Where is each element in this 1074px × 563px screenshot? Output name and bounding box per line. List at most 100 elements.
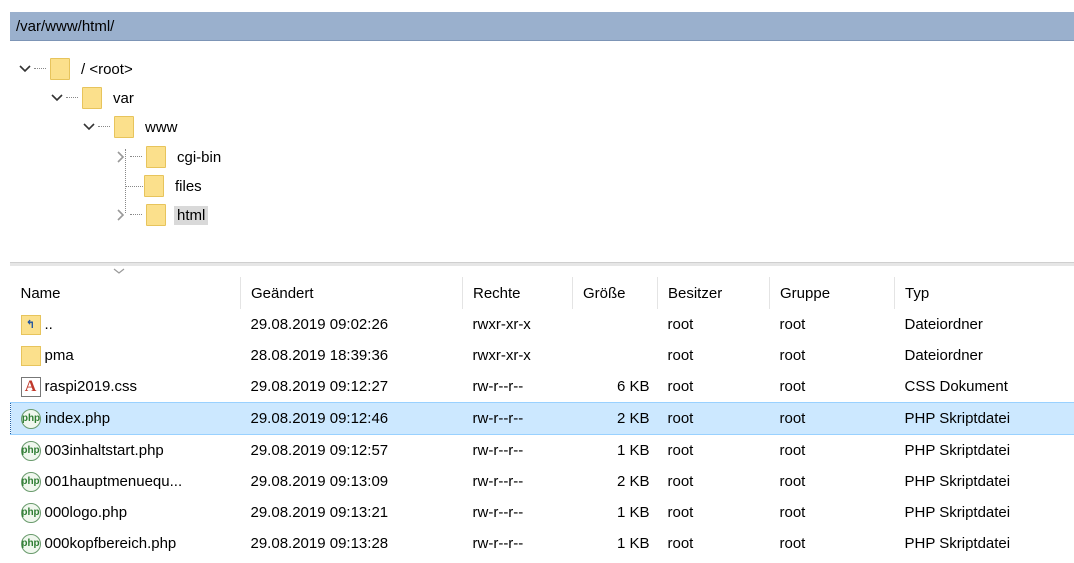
file-permissions: rwxr-xr-x xyxy=(472,347,531,364)
file-group: root xyxy=(779,473,806,490)
column-header-row: Name Geändert Rechte Größe Besitzer Grup… xyxy=(10,277,1074,309)
php-file-icon: php xyxy=(20,533,41,554)
file-size xyxy=(573,340,658,371)
tree-dots xyxy=(130,214,142,216)
css-file-icon: A xyxy=(20,376,41,397)
folder-icon xyxy=(50,58,70,80)
file-size: 1 KB xyxy=(616,504,650,521)
tree-label-cgi-bin: cgi-bin xyxy=(177,148,222,166)
file-row[interactable]: ↰.. 29.08.2019 09:02:26 rwxr-xr-x root r… xyxy=(11,309,1074,340)
file-group: root xyxy=(779,316,806,333)
file-permissions: rw-r--r-- xyxy=(462,402,573,435)
tree-node-files[interactable]: files xyxy=(144,173,205,199)
tree-label-files: files xyxy=(175,177,202,195)
file-owner: root xyxy=(667,347,694,364)
file-modified: 29.08.2019 09:12:27 xyxy=(250,378,389,395)
file-modified: 29.08.2019 09:12:46 xyxy=(240,402,463,435)
file-row[interactable]: Araspi2019.css 29.08.2019 09:12:27 rw-r-… xyxy=(11,371,1074,403)
file-type: PHP Skriptdatei xyxy=(904,442,1011,459)
tree-node-var[interactable]: var xyxy=(46,85,137,111)
file-type: PHP Skriptdatei xyxy=(904,504,1011,521)
tree-node-www[interactable]: www xyxy=(78,114,181,140)
tree-dots xyxy=(98,126,110,128)
file-type: Dateiordner xyxy=(904,316,983,333)
directory-tree: / <root> var www cgi-bin files html xyxy=(10,43,1074,259)
file-group: root xyxy=(779,347,806,364)
file-owner: root xyxy=(657,402,770,435)
file-name: 003inhaltstart.php xyxy=(44,442,164,459)
file-permissions: rw-r--r-- xyxy=(472,473,524,490)
chevron-down-icon[interactable] xyxy=(78,116,100,138)
file-type: PHP Skriptdatei xyxy=(904,473,1011,490)
file-modified: 29.08.2019 09:12:57 xyxy=(250,442,389,459)
file-group: root xyxy=(779,378,806,395)
file-permissions: rw-r--r-- xyxy=(472,535,524,552)
file-size xyxy=(573,309,658,340)
sort-indicator-icon xyxy=(113,268,125,274)
file-row[interactable]: pma 28.08.2019 18:39:36 rwxr-xr-x root r… xyxy=(11,340,1074,371)
file-name: raspi2019.css xyxy=(44,378,138,395)
file-permissions: rw-r--r-- xyxy=(472,504,524,521)
tree-dots xyxy=(66,97,78,99)
file-row[interactable]: php 000logo.php 29.08.2019 09:13:21 rw-r-… xyxy=(11,497,1074,528)
column-header-type[interactable]: Typ xyxy=(894,277,1074,309)
folder-icon xyxy=(114,116,134,138)
folder-icon xyxy=(144,175,164,197)
chevron-down-icon[interactable] xyxy=(46,87,68,109)
column-header-name[interactable]: Name xyxy=(10,277,241,309)
file-permissions: rw-r--r-- xyxy=(472,442,524,459)
file-group: root xyxy=(769,402,895,435)
pane-splitter[interactable] xyxy=(10,262,1074,266)
path-bar: /var/www/html/ xyxy=(10,12,1074,41)
folder-icon xyxy=(20,345,41,366)
parent-folder-icon: ↰ xyxy=(20,314,41,335)
file-list: Name Geändert Rechte Größe Besitzer Grup… xyxy=(10,277,1074,559)
file-type: CSS Dokument xyxy=(904,378,1008,395)
chevron-right-icon[interactable] xyxy=(110,204,132,226)
file-row[interactable]: php 000kopfbereich.php 29.08.2019 09:13:2… xyxy=(11,528,1074,559)
file-permissions: rwxr-xr-x xyxy=(472,316,531,333)
file-owner: root xyxy=(667,535,694,552)
file-permissions: rw-r--r-- xyxy=(472,378,524,395)
file-name: index.php xyxy=(45,410,111,427)
tree-label-html: html xyxy=(174,205,209,225)
tree-node-root[interactable]: / <root> xyxy=(14,56,136,82)
file-name: 000kopfbereich.php xyxy=(44,535,177,552)
file-size: 1 KB xyxy=(616,442,650,459)
php-file-icon: php xyxy=(20,440,41,461)
file-modified: 29.08.2019 09:13:21 xyxy=(250,504,389,521)
tree-label-root: / <root> xyxy=(81,60,133,78)
column-header-owner[interactable]: Besitzer xyxy=(657,277,770,309)
file-size: 1 KB xyxy=(616,535,650,552)
file-name: pma xyxy=(44,347,74,364)
column-header-group[interactable]: Gruppe xyxy=(769,277,895,309)
file-type: PHP Skriptdatei xyxy=(904,535,1011,552)
tree-node-cgi-bin[interactable]: cgi-bin xyxy=(110,144,224,170)
tree-node-html[interactable]: html xyxy=(110,202,209,228)
file-name: .. xyxy=(44,316,53,333)
file-owner: root xyxy=(667,473,694,490)
folder-icon xyxy=(146,146,166,168)
chevron-right-icon[interactable] xyxy=(110,146,132,168)
file-modified: 29.08.2019 09:13:28 xyxy=(250,535,389,552)
file-row-selected[interactable]: php index.php 29.08.2019 09:12:46 rw-r--r… xyxy=(10,402,1074,435)
file-row[interactable]: php 001hauptmenuequ... 29.08.2019 09:13:0… xyxy=(11,466,1074,497)
column-header-size[interactable]: Größe xyxy=(572,277,658,309)
tree-connector xyxy=(125,186,143,187)
column-header-permissions[interactable]: Rechte xyxy=(462,277,573,309)
file-type: Dateiordner xyxy=(904,347,983,364)
file-owner: root xyxy=(667,442,694,459)
file-size: 6 KB xyxy=(616,378,650,395)
file-modified: 29.08.2019 09:13:09 xyxy=(250,473,389,490)
tree-dots xyxy=(34,68,46,70)
file-row[interactable]: php 003inhaltstart.php 29.08.2019 09:12:5… xyxy=(11,435,1074,467)
file-size: 2 KB xyxy=(572,402,658,435)
current-path: /var/www/html/ xyxy=(16,18,115,35)
file-size: 2 KB xyxy=(616,473,650,490)
file-owner: root xyxy=(667,316,694,333)
chevron-down-icon[interactable] xyxy=(14,58,36,80)
tree-dots xyxy=(130,156,142,158)
file-type: PHP Skriptdatei xyxy=(894,402,1074,435)
file-group: root xyxy=(779,442,806,459)
column-header-modified[interactable]: Geändert xyxy=(240,277,463,309)
